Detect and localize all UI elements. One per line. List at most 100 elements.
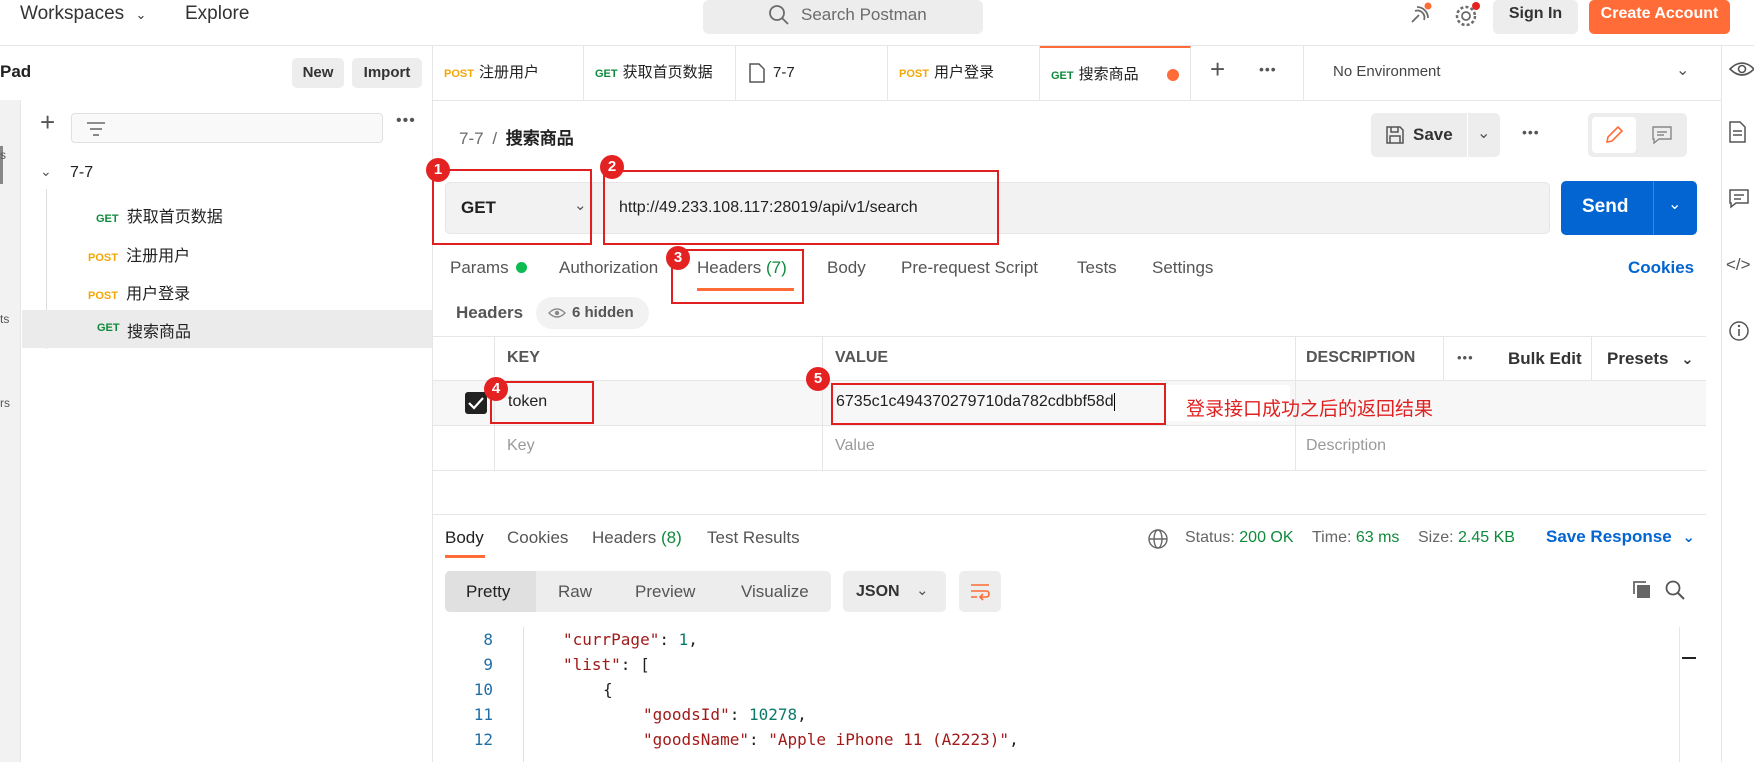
environment-selector[interactable]: No Environment ⌄ bbox=[1313, 46, 1721, 100]
new-key-input[interactable]: Key bbox=[507, 437, 535, 455]
eye-icon bbox=[548, 308, 566, 318]
search-input[interactable]: Search Postman bbox=[703, 0, 983, 34]
send-options-chevron-icon[interactable]: ⌄ bbox=[1668, 194, 1681, 214]
create-account-button[interactable]: Create Account bbox=[1589, 0, 1730, 34]
method-badge: POST bbox=[88, 252, 118, 264]
pretty-button[interactable]: Pretty bbox=[445, 571, 536, 612]
tab-get-home[interactable]: GET 获取首页数据 bbox=[584, 46, 736, 100]
visualize-button[interactable]: Visualize bbox=[741, 582, 809, 602]
request-config-tabs: Params Authorization Headers (7) Body Pr… bbox=[450, 258, 1700, 288]
response-active-underline bbox=[445, 555, 485, 558]
tabs-more-icon[interactable]: ••• bbox=[1259, 61, 1277, 77]
sidebar-item-login[interactable]: POST 用户登录 bbox=[88, 280, 190, 304]
annotation-marker: 3 bbox=[666, 246, 690, 270]
wrap-lines-button[interactable] bbox=[959, 571, 1001, 612]
json-key: "list" bbox=[563, 655, 621, 674]
response-tab-body[interactable]: Body bbox=[445, 528, 484, 548]
breadcrumb: 7-7 / 搜索商品 bbox=[459, 124, 574, 149]
tab-register[interactable]: POST 注册用户 bbox=[433, 46, 584, 100]
globe-icon[interactable] bbox=[1147, 528, 1169, 550]
rail-label: s bbox=[0, 148, 6, 162]
header-enabled-checkbox[interactable] bbox=[465, 392, 487, 414]
collection-7-7[interactable]: 7-7 bbox=[70, 164, 93, 182]
annotation-marker: 2 bbox=[600, 155, 624, 179]
collapse-chevron-icon[interactable]: ⌄ bbox=[40, 163, 52, 180]
satellite-icon[interactable] bbox=[1407, 2, 1433, 28]
gear-icon[interactable] bbox=[1453, 2, 1481, 30]
save-options-chevron-icon[interactable]: ⌄ bbox=[1477, 123, 1490, 143]
documentation-icon[interactable] bbox=[1728, 120, 1748, 144]
annotation-marker: 1 bbox=[426, 158, 450, 182]
sidebar-more-icon[interactable]: ••• bbox=[396, 112, 416, 130]
tab-body[interactable]: Body bbox=[827, 258, 866, 278]
search-icon[interactable] bbox=[1664, 579, 1686, 601]
save-button[interactable]: Save bbox=[1413, 125, 1453, 145]
response-tab-test-results[interactable]: Test Results bbox=[707, 528, 800, 548]
workspaces-menu[interactable]: Workspaces ⌄ bbox=[20, 3, 146, 25]
import-button[interactable]: Import bbox=[352, 58, 422, 88]
chevron-down-icon: ⌄ bbox=[1681, 351, 1694, 368]
tab-tests[interactable]: Tests bbox=[1077, 258, 1117, 278]
sidebar-item-search[interactable]: GET 搜索商品 bbox=[22, 310, 432, 348]
tab-collection[interactable]: 7-7 bbox=[736, 46, 888, 100]
presets-dropdown[interactable]: Presets ⌄ bbox=[1607, 349, 1694, 369]
send-button[interactable]: Send bbox=[1582, 196, 1628, 218]
column-header-value: VALUE bbox=[835, 349, 889, 366]
response-body-viewer[interactable]: 8 "currPage": 1, 9 "list": [10 {11 "goodsId":… bbox=[433, 627, 1696, 762]
tab-search[interactable]: GET 搜索商品 bbox=[1040, 46, 1191, 100]
tab-settings[interactable]: Settings bbox=[1152, 258, 1213, 278]
json-separator: : bbox=[620, 655, 641, 674]
page-title: 搜索商品 bbox=[505, 129, 574, 148]
sidebar-item-get-home[interactable]: GET 获取首页数据 bbox=[96, 203, 223, 227]
tab-label: 用户登录 bbox=[933, 64, 994, 81]
hidden-headers-toggle[interactable]: 6 hidden bbox=[536, 297, 649, 329]
response-tab-headers[interactable]: Headers (8) bbox=[592, 528, 682, 548]
new-description-input[interactable]: Description bbox=[1306, 437, 1386, 455]
save-icon bbox=[1386, 126, 1404, 144]
json-punctuation: , bbox=[797, 705, 807, 724]
sign-in-button[interactable]: Sign In bbox=[1493, 0, 1578, 34]
response-tab-cookies[interactable]: Cookies bbox=[507, 528, 568, 548]
json-key: "currPage" bbox=[563, 630, 660, 649]
info-icon[interactable] bbox=[1728, 320, 1750, 342]
sidebar-filter-input[interactable] bbox=[71, 113, 383, 143]
tab-prerequest-script[interactable]: Pre-request Script bbox=[901, 258, 1038, 278]
format-select[interactable]: JSON ⌄ bbox=[843, 571, 946, 612]
table-more-icon[interactable]: ••• bbox=[1457, 350, 1474, 365]
response-size: Size: 2.45 KB bbox=[1418, 529, 1515, 547]
add-collection-icon[interactable]: + bbox=[40, 109, 55, 135]
column-header-description: DESCRIPTION bbox=[1306, 349, 1416, 366]
tab-params[interactable]: Params bbox=[450, 258, 527, 278]
scroll-thumb[interactable] bbox=[1682, 657, 1696, 659]
explore-link[interactable]: Explore bbox=[185, 3, 249, 25]
size-value: 2.45 KB bbox=[1458, 529, 1515, 546]
code-line: 8 "currPage": 1, bbox=[433, 630, 698, 649]
tab-authorization[interactable]: Authorization bbox=[559, 258, 658, 278]
eye-icon[interactable] bbox=[1728, 60, 1754, 78]
request-more-icon[interactable]: ••• bbox=[1522, 124, 1540, 140]
comment-mode-icon[interactable] bbox=[1651, 125, 1673, 145]
chevron-down-icon: ⌄ bbox=[1676, 62, 1690, 79]
tab-login[interactable]: POST 用户登录 bbox=[888, 46, 1040, 100]
save-response-dropdown[interactable]: Save Response ⌄ bbox=[1546, 527, 1695, 547]
table-border bbox=[433, 425, 1706, 426]
edit-mode-button[interactable] bbox=[1592, 117, 1636, 153]
cookies-link[interactable]: Cookies bbox=[1628, 258, 1694, 278]
preview-button[interactable]: Preview bbox=[635, 582, 695, 602]
code-line: 10 { bbox=[433, 680, 613, 699]
code-icon[interactable]: </> bbox=[1726, 255, 1751, 275]
copy-icon[interactable] bbox=[1631, 579, 1653, 601]
raw-button[interactable]: Raw bbox=[558, 582, 592, 602]
response-tab-headers-label: Headers bbox=[592, 528, 657, 547]
minimap-scrollbar[interactable] bbox=[1679, 627, 1696, 762]
pane-divider bbox=[433, 514, 1706, 515]
new-button[interactable]: New bbox=[292, 58, 344, 88]
search-placeholder: Search Postman bbox=[801, 5, 927, 24]
comments-icon[interactable] bbox=[1728, 188, 1750, 210]
unsaved-dot-icon bbox=[1167, 69, 1179, 81]
bulk-edit-button[interactable]: Bulk Edit bbox=[1508, 349, 1582, 369]
sidebar-item-register[interactable]: POST 注册用户 bbox=[88, 242, 190, 266]
new-tab-icon[interactable]: + bbox=[1210, 54, 1225, 85]
new-value-input[interactable]: Value bbox=[835, 437, 875, 455]
breadcrumb-parent[interactable]: 7-7 bbox=[459, 129, 484, 148]
